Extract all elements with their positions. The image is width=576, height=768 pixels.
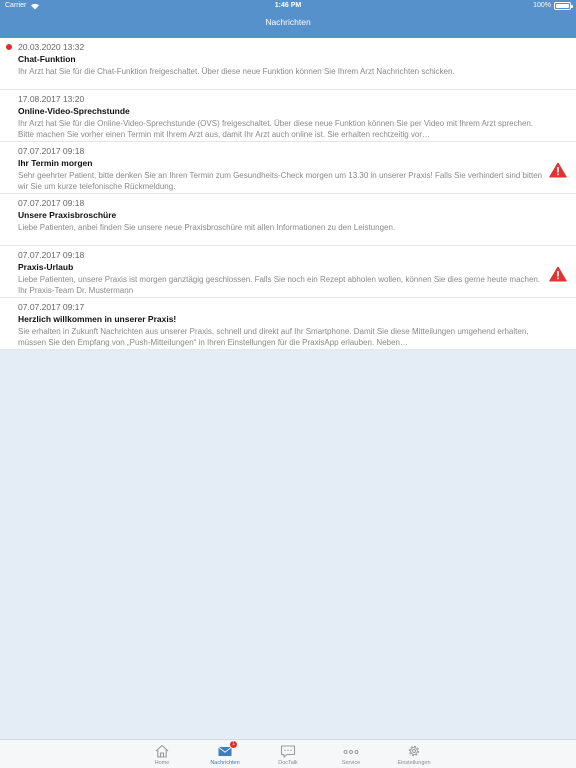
warning-icon [549,266,567,282]
tab-label: Nachrichten [210,760,240,766]
message-preview: Liebe Patienten, unsere Praxis ist morge… [18,275,541,295]
gear-icon [408,745,420,757]
dots-icon [343,750,359,754]
battery-percent: 100% [533,2,551,9]
battery-icon [554,2,573,10]
message-item-ihr-termin-morgen[interactable]: 07.07.2017 09:18 Ihr Termin morgen Sehr … [0,142,576,194]
tab-einstellungen[interactable]: Einstellungen [382,740,446,768]
tab-label: Home [154,760,170,766]
tab-service[interactable]: Service [319,740,383,768]
page-title: Nachrichten [265,17,311,27]
message-item-praxisbroschuere[interactable]: 07.07.2017 09:18 Unsere Praxisbroschüre … [0,194,576,246]
tab-home[interactable]: Home [130,740,194,768]
message-date: 07.07.2017 09:18 [18,198,85,208]
message-item-praxis-urlaub[interactable]: 07.07.2017 09:18 Praxis-Urlaub Liebe Pat… [0,246,576,298]
house-icon [155,744,169,758]
message-title: Unsere Praxisbroschüre [18,210,117,220]
warning-icon [549,162,567,178]
message-preview: Sehr geehrter Patient, bitte denken Sie … [18,171,543,191]
tab-bar: Home 1 Nachrichten DocTalk Service Einst… [0,739,576,768]
message-date: 17.08.2017 13:20 [18,94,85,104]
tab-label: DocTalk [278,760,298,766]
message-date: 07.07.2017 09:17 [18,302,85,312]
status-time: 1:46 PM [274,2,302,9]
tab-label: Einstellungen [397,760,431,766]
message-list: 20.03.2020 13:32 Chat-Funktion Ihr Arzt … [0,38,576,350]
status-bar: Carrier 1:46 PM 100% [0,0,576,12]
unread-badge: 1 [230,741,237,748]
message-item-online-video-sprechstunde[interactable]: 17.08.2017 13:20 Online-Video-Sprechstun… [0,90,576,142]
message-preview: Sie erhalten in Zukunft Nachrichten aus … [18,327,529,347]
message-item-chat-funktion[interactable]: 20.03.2020 13:32 Chat-Funktion Ihr Arzt … [0,38,576,90]
unread-dot-icon [6,44,12,50]
message-title: Chat-Funktion [18,54,76,64]
tab-doctalk[interactable]: DocTalk [256,740,320,768]
message-title: Herzlich willkommen in unserer Praxis! [18,314,177,324]
tab-nachrichten[interactable]: 1 Nachrichten [193,740,257,768]
message-preview: Liebe Patienten, anbei finden Sie unsere… [18,223,396,232]
message-preview: Ihr Arzt hat Sie für die Chat-Funktion f… [18,67,455,76]
chat-bubble-icon [280,745,296,758]
message-title: Ihr Termin morgen [18,158,93,168]
message-preview: Ihr Arzt hat Sie für die Online-Video-Sp… [18,119,534,139]
message-title: Praxis-Urlaub [18,262,74,272]
message-item-herzlich-willkommen[interactable]: 07.07.2017 09:17 Herzlich willkommen in … [0,298,576,350]
message-date: 20.03.2020 13:32 [18,42,85,52]
message-title: Online-Video-Sprechstunde [18,106,130,116]
navigation-bar: Carrier 1:46 PM 100% Nachrichten [0,0,576,38]
tab-label: Service [341,760,361,766]
message-date: 07.07.2017 09:18 [18,250,85,260]
message-date: 07.07.2017 09:18 [18,146,85,156]
